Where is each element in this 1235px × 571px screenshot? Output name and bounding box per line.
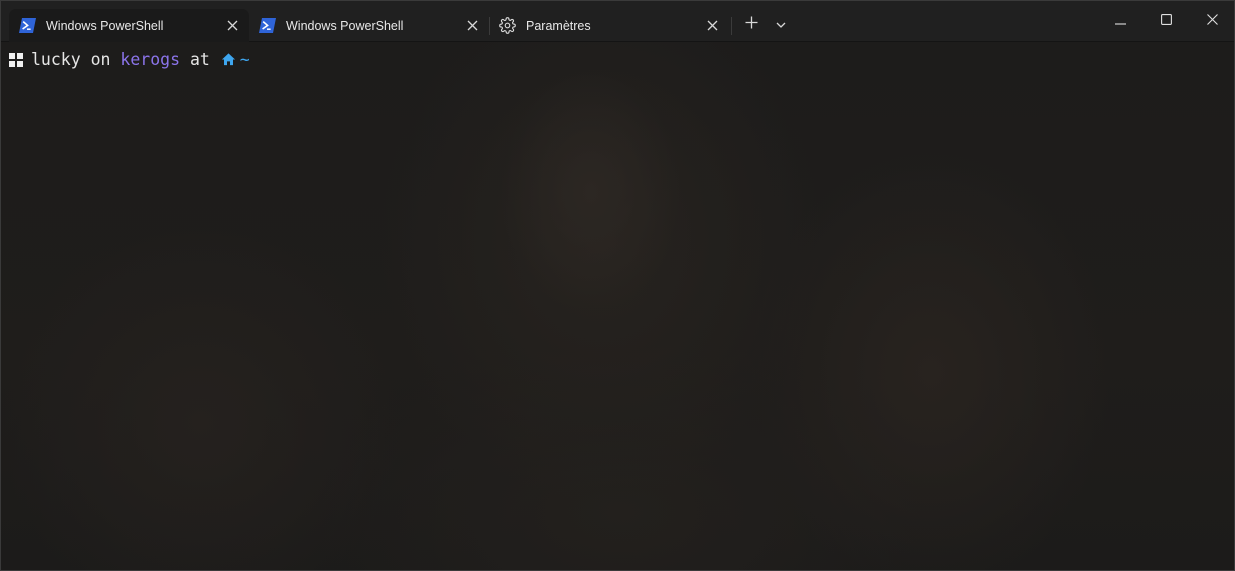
tab-powershell-1[interactable]: Windows PowerShell — [9, 9, 249, 42]
tab-separator — [731, 17, 732, 35]
powershell-icon — [258, 17, 276, 35]
chevron-down-icon — [776, 16, 786, 34]
tab-powershell-2[interactable]: Windows PowerShell — [249, 9, 489, 42]
tab-settings[interactable]: Paramètres — [489, 9, 729, 42]
close-icon — [1206, 12, 1218, 30]
maximize-icon — [1160, 12, 1172, 30]
background-image — [1, 42, 1234, 570]
close-window-button[interactable] — [1189, 1, 1234, 41]
maximize-button[interactable] — [1143, 1, 1189, 41]
prompt-path: ~ — [239, 50, 250, 69]
tab-dropdown-button[interactable] — [769, 13, 793, 37]
tab-title: Windows PowerShell — [46, 18, 164, 33]
title-bar[interactable]: Windows PowerShell Windows PowerShell Pa… — [1, 1, 1234, 42]
close-tab-icon[interactable] — [221, 15, 243, 37]
windows-logo-icon — [9, 52, 23, 67]
shell-prompt: lucky on kerogs at ~ — [9, 50, 250, 69]
tab-title: Windows PowerShell — [286, 18, 404, 33]
terminal-pane[interactable]: lucky on kerogs at ~ — [1, 42, 1234, 570]
minimize-icon — [1114, 12, 1126, 30]
powershell-icon — [18, 17, 36, 35]
prompt-host: kerogs — [120, 50, 181, 69]
tab-title: Paramètres — [526, 18, 591, 33]
home-icon — [221, 52, 236, 67]
new-tab-button[interactable] — [739, 13, 763, 37]
plus-icon — [745, 16, 758, 34]
terminal-window: Windows PowerShell Windows PowerShell Pa… — [0, 0, 1235, 571]
close-tab-icon[interactable] — [701, 15, 723, 37]
prompt-on-text: on — [80, 50, 121, 69]
gear-icon — [498, 17, 516, 35]
minimize-button[interactable] — [1097, 1, 1143, 41]
prompt-at-text: at — [180, 50, 220, 69]
close-tab-icon[interactable] — [461, 15, 483, 37]
prompt-user: lucky — [31, 50, 81, 69]
